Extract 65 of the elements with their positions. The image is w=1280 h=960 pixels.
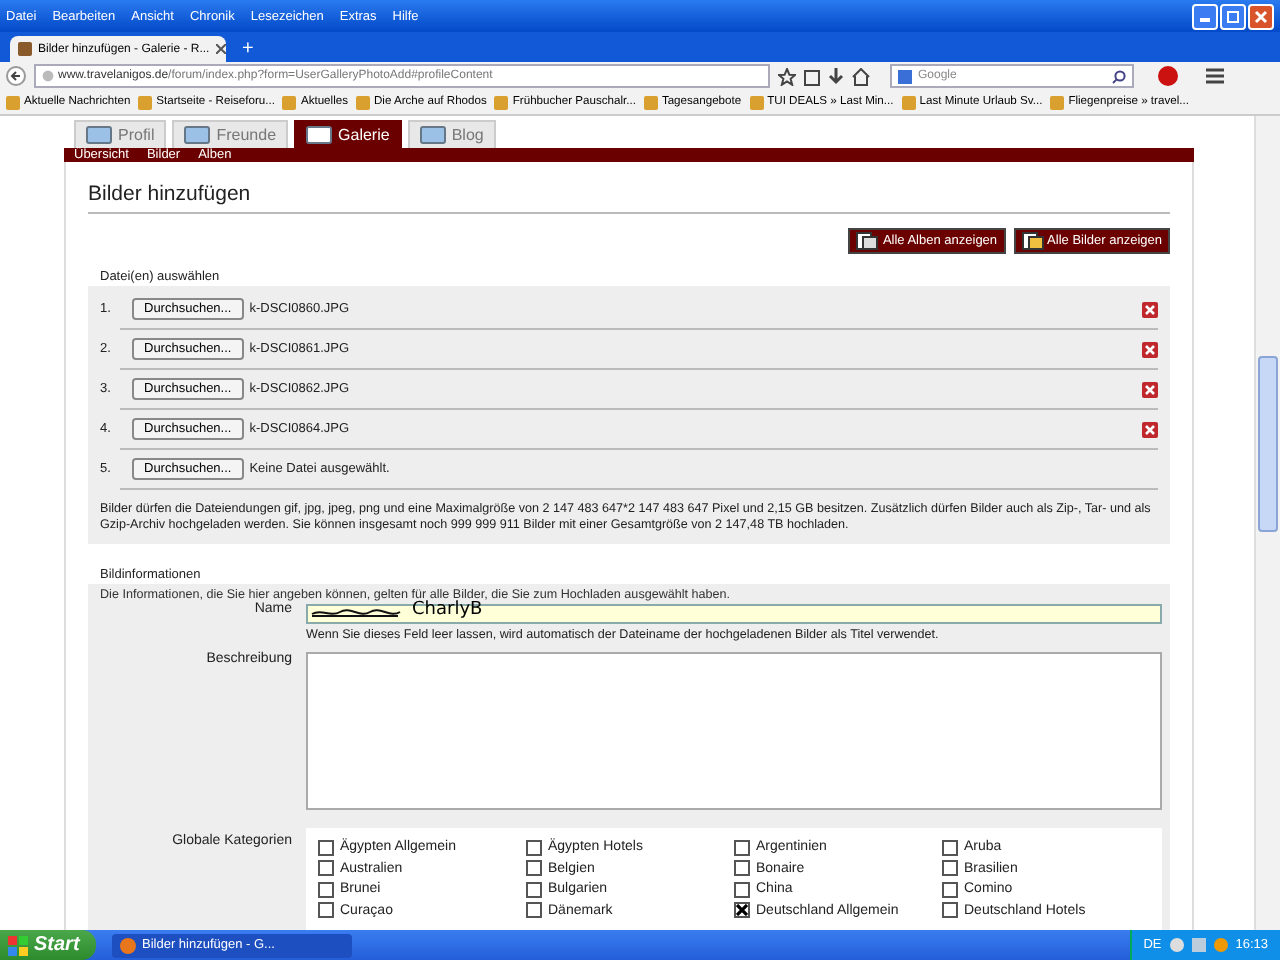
checkbox[interactable] — [318, 902, 334, 919]
bookmark-icon — [494, 95, 509, 109]
maximize-button[interactable] — [1220, 3, 1246, 29]
checkbox[interactable] — [526, 881, 542, 898]
search-icon — [1112, 69, 1126, 83]
tab-icon — [86, 126, 112, 144]
clipboard-icon[interactable] — [804, 67, 820, 85]
back-icon[interactable] — [6, 66, 26, 86]
remove-icon[interactable] — [1142, 381, 1158, 397]
star-icon[interactable] — [778, 67, 796, 85]
tab-icon — [419, 126, 446, 144]
bookmark-icon — [138, 95, 153, 109]
bookmark-icon — [643, 95, 658, 109]
checkbox[interactable] — [318, 860, 334, 877]
remove-icon[interactable] — [1142, 421, 1158, 437]
checkbox[interactable] — [318, 839, 334, 856]
search-engine-icon — [898, 69, 912, 83]
description-field[interactable] — [306, 652, 1162, 810]
albums-icon — [856, 232, 879, 250]
page-heading: Bilder hinzufügen — [88, 182, 1170, 214]
menu-icon[interactable] — [1206, 68, 1224, 84]
bookmark-icon — [6, 95, 20, 109]
new-tab-button[interactable]: + — [234, 36, 262, 62]
checkbox[interactable] — [318, 881, 334, 898]
bookmark-icon — [355, 95, 370, 109]
download-icon[interactable] — [828, 67, 844, 85]
checkbox[interactable] — [942, 860, 958, 877]
handwritten-annotation: CharlyB — [412, 602, 483, 620]
profile-tab[interactable]: Profil — [74, 120, 167, 148]
maximize-icon — [1226, 9, 1240, 23]
start-button[interactable]: Start — [0, 930, 96, 960]
checkbox[interactable] — [734, 860, 750, 877]
tab-icon — [184, 126, 211, 144]
checkbox[interactable] — [734, 881, 750, 898]
checkbox[interactable] — [734, 839, 750, 856]
name-field[interactable]: CharlyB — [306, 604, 1162, 624]
home-icon[interactable] — [852, 67, 870, 85]
remove-icon[interactable] — [1142, 301, 1158, 317]
minimize-button[interactable] — [1192, 3, 1218, 29]
bookmark-icon — [901, 95, 916, 109]
bookmark-icon — [282, 95, 297, 109]
page-icon — [18, 42, 32, 56]
globe-icon — [42, 70, 54, 82]
checkbox[interactable] — [734, 902, 750, 919]
checkbox[interactable] — [526, 902, 542, 919]
tab-icon — [306, 126, 333, 144]
profile-tab[interactable]: Blog — [407, 120, 496, 148]
close-icon — [215, 44, 226, 54]
checkbox[interactable] — [942, 902, 958, 919]
close-button[interactable] — [1248, 3, 1274, 29]
browser-icon — [120, 937, 136, 953]
remove-icon[interactable] — [1142, 341, 1158, 357]
scribble-drawing — [310, 606, 402, 620]
adblock-icon[interactable] — [1158, 66, 1178, 86]
checkbox[interactable] — [942, 881, 958, 898]
close-icon — [1254, 9, 1268, 23]
checkbox[interactable] — [526, 839, 542, 856]
checkbox[interactable] — [942, 839, 958, 856]
profile-tab[interactable]: Galerie — [294, 120, 402, 148]
checkbox[interactable] — [526, 860, 542, 877]
bookmark-icon — [1050, 95, 1065, 109]
bookmark-icon — [749, 95, 764, 109]
windows-logo-icon — [8, 935, 28, 955]
profile-tab[interactable]: Freunde — [172, 120, 289, 148]
pictures-icon — [1021, 232, 1044, 250]
